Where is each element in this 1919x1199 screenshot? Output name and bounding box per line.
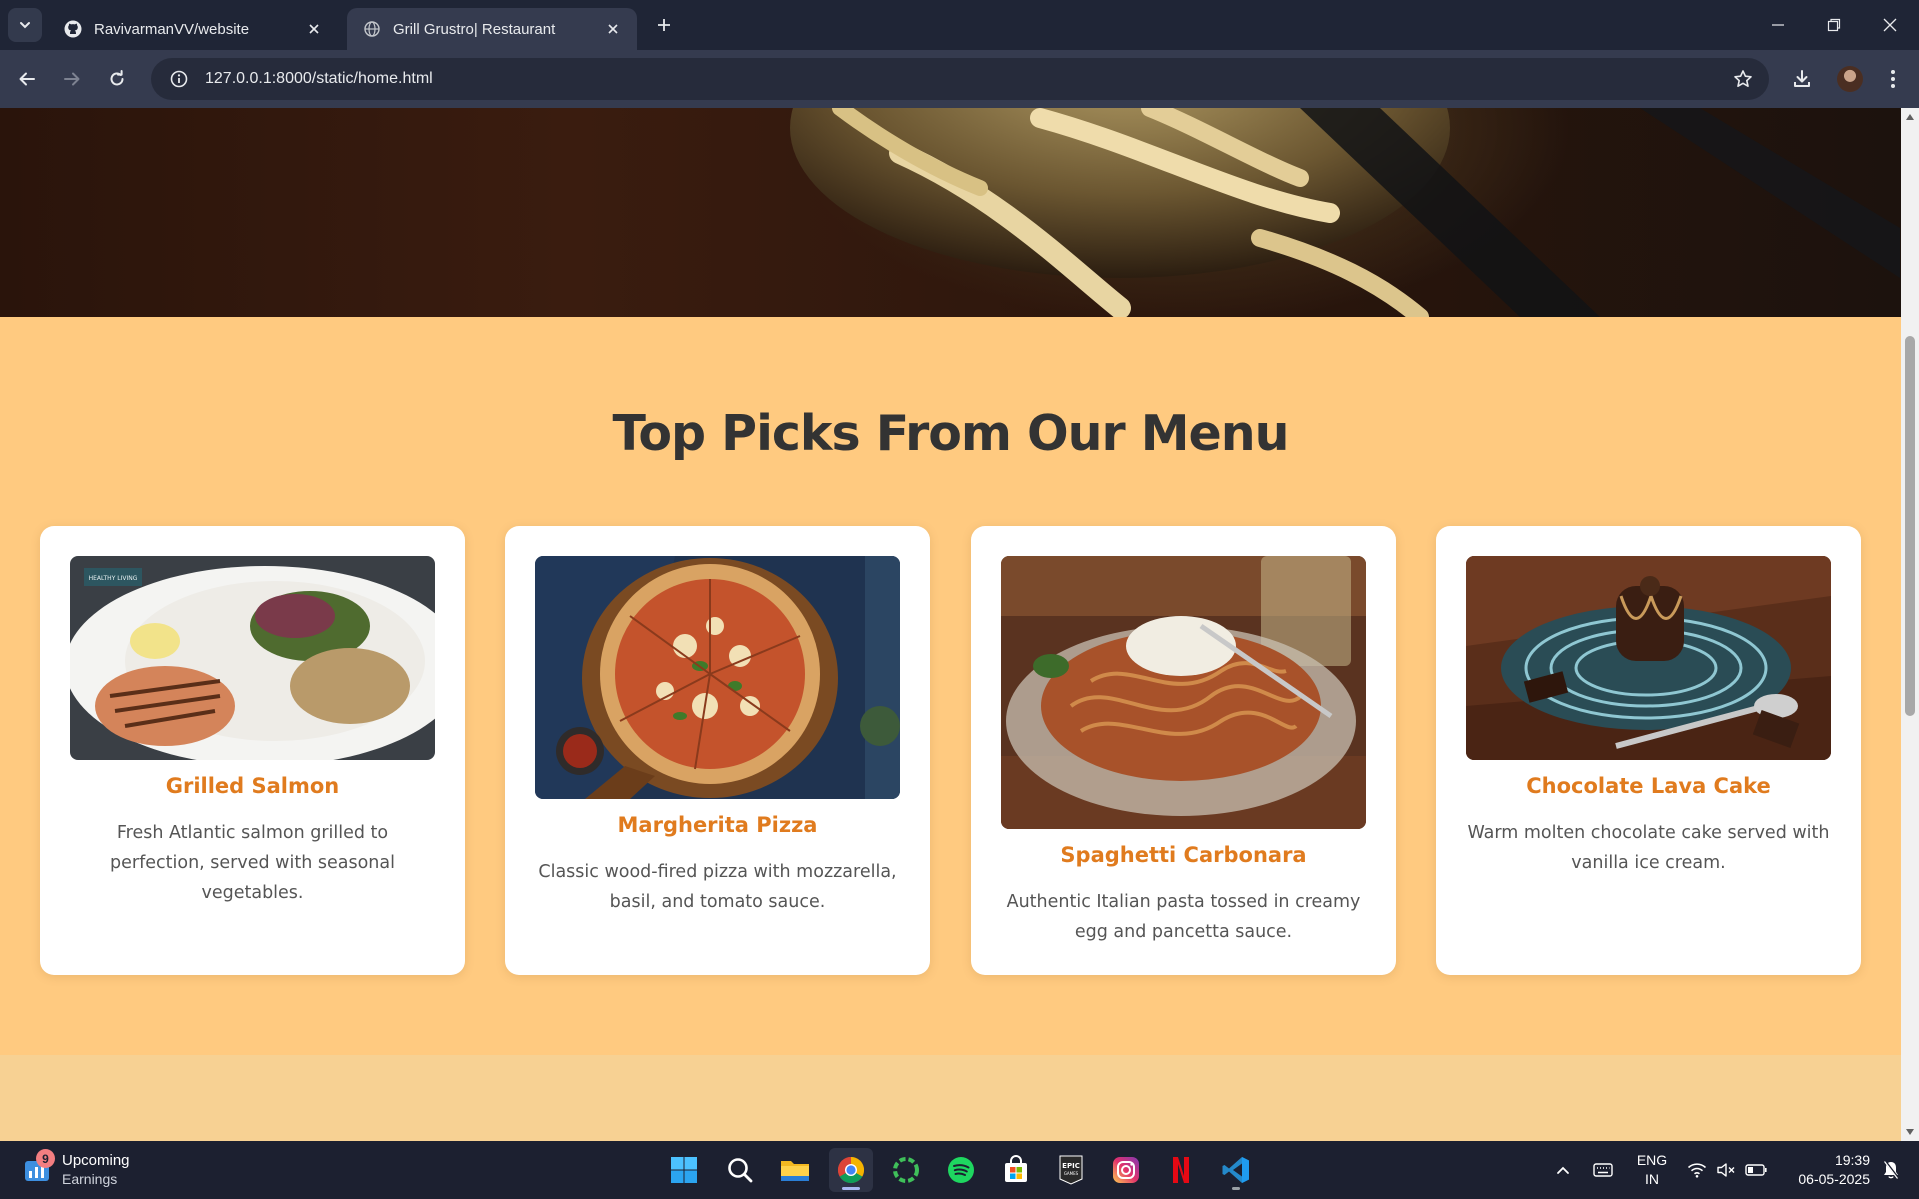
chocolate-lava-cake-image: [1466, 556, 1831, 760]
menu-card-margherita-pizza[interactable]: Margherita Pizza Classic wood-fired pizz…: [505, 526, 930, 975]
clock[interactable]: 19:39 06-05-2025: [1780, 1141, 1870, 1199]
menu-item-description: Warm molten chocolate cake served with v…: [1467, 823, 1830, 873]
address-bar[interactable]: 127.0.0.1:8000/static/home.html: [151, 58, 1769, 100]
search-icon[interactable]: [718, 1148, 762, 1192]
forward-button[interactable]: [55, 62, 89, 96]
region-code: IN: [1645, 1171, 1659, 1187]
site-info-icon[interactable]: [159, 58, 199, 100]
chevron-down-icon: [20, 22, 30, 29]
volume-muted-icon[interactable]: [1713, 1141, 1739, 1199]
arrow-right-icon: [64, 72, 80, 86]
spotify-icon[interactable]: [939, 1148, 983, 1192]
running-app-indicator: [1232, 1187, 1240, 1190]
chrome-icon[interactable]: [829, 1148, 873, 1192]
restore-button[interactable]: [1806, 0, 1862, 50]
plus-icon: [658, 19, 670, 31]
tab-title: Grill Grustro| Restaurant: [393, 20, 556, 38]
spaghetti-carbonara-image: [1001, 556, 1366, 829]
menu-card-spaghetti-carbonara[interactable]: Spaghetti Carbonara Authentic Italian pa…: [971, 526, 1396, 975]
restore-icon: [1827, 18, 1841, 32]
language-indicator[interactable]: ENG IN: [1634, 1141, 1670, 1199]
active-app-indicator: [842, 1187, 860, 1190]
widget-subtitle: Earnings: [62, 1171, 118, 1187]
scroll-up-arrow-icon[interactable]: [1901, 108, 1919, 126]
svg-text:EPIC: EPIC: [1062, 1162, 1080, 1170]
reload-icon: [110, 70, 124, 86]
language-code: ENG: [1636, 1152, 1668, 1168]
close-icon: [1883, 18, 1897, 32]
tab-restaurant[interactable]: Grill Grustro| Restaurant: [347, 8, 637, 50]
svg-text:GAMES: GAMES: [1064, 1171, 1079, 1176]
browser-tab-strip: RavivarmanVV/website Grill Grustro| Rest…: [0, 0, 1919, 50]
menu-item-name: Chocolate Lava Cake: [1526, 774, 1771, 798]
close-icon[interactable]: [304, 19, 324, 39]
menu-item-name: Margherita Pizza: [617, 813, 818, 837]
page-scrollbar[interactable]: [1901, 108, 1919, 1141]
windows-start-icon[interactable]: [662, 1148, 706, 1192]
profile-avatar[interactable]: [1837, 66, 1863, 92]
minimize-button[interactable]: [1750, 0, 1806, 50]
close-window-button[interactable]: [1862, 0, 1918, 50]
scroll-down-arrow-icon[interactable]: [1901, 1123, 1919, 1141]
widget-title: Upcoming: [62, 1152, 130, 1169]
reload-button[interactable]: [100, 62, 134, 96]
tab-title: RavivarmanVV/website: [94, 20, 250, 38]
menu-button[interactable]: [1876, 62, 1910, 96]
section-title: Top Picks From Our Menu: [612, 405, 1289, 462]
bookmark-star-icon[interactable]: [1723, 58, 1763, 100]
github-icon: [64, 20, 82, 38]
notification-bell-icon[interactable]: [1876, 1141, 1906, 1199]
tab-github[interactable]: RavivarmanVV/website: [48, 8, 338, 50]
chevron-up-icon: [1557, 1166, 1569, 1174]
stock-chart-icon: 9: [22, 1149, 55, 1185]
hero-banner-image: [0, 108, 1901, 317]
instagram-icon[interactable]: [1104, 1148, 1148, 1192]
more-vertical-icon: [1891, 70, 1895, 88]
arrow-left-icon: [19, 72, 35, 86]
microsoft-store-icon[interactable]: [994, 1148, 1038, 1192]
notification-badge: 9: [36, 1149, 55, 1168]
menu-item-name: Spaghetti Carbonara: [1060, 843, 1307, 867]
margherita-pizza-image: [535, 556, 900, 799]
url-text[interactable]: 127.0.0.1:8000/static/home.html: [205, 70, 1723, 88]
close-icon[interactable]: [603, 19, 623, 39]
menu-card-chocolate-lava-cake[interactable]: Chocolate Lava Cake Warm molten chocolat…: [1436, 526, 1861, 975]
minimize-icon: [1772, 24, 1784, 26]
circle-app-icon[interactable]: [884, 1148, 928, 1192]
menu-item-name: Grilled Salmon: [165, 774, 340, 798]
globe-icon: [363, 20, 381, 38]
show-hidden-icons-button[interactable]: [1550, 1141, 1576, 1199]
back-button[interactable]: [10, 62, 44, 96]
clock-date: 06-05-2025: [1798, 1171, 1870, 1187]
keyboard-icon[interactable]: [1588, 1141, 1618, 1199]
page-viewport: Top Picks From Our Menu HEALTHY LIVING G…: [0, 108, 1901, 1141]
menu-item-description: Classic wood-fired pizza with mozzarella…: [538, 862, 897, 912]
download-icon: [1794, 70, 1810, 87]
top-picks-section: Top Picks From Our Menu HEALTHY LIVING G…: [0, 317, 1901, 1055]
svg-text:HEALTHY LIVING: HEALTHY LIVING: [89, 575, 138, 582]
file-explorer-icon[interactable]: [773, 1148, 817, 1192]
pasta-photo: [790, 108, 1900, 317]
clock-time: 19:39: [1834, 1152, 1870, 1168]
tab-search-button[interactable]: [8, 8, 42, 42]
grilled-salmon-image: HEALTHY LIVING: [70, 556, 435, 760]
downloads-button[interactable]: [1785, 62, 1819, 96]
epic-games-icon[interactable]: EPIC GAMES: [1049, 1148, 1093, 1192]
browser-toolbar: 127.0.0.1:8000/static/home.html: [0, 50, 1919, 108]
vscode-icon[interactable]: [1214, 1148, 1258, 1192]
menu-item-description: Authentic Italian pasta tossed in creamy…: [1006, 892, 1361, 942]
new-tab-button[interactable]: [651, 12, 677, 38]
battery-icon[interactable]: [1742, 1141, 1770, 1199]
scrollbar-thumb[interactable]: [1905, 336, 1915, 716]
widgets-button[interactable]: 9 Upcoming Earnings: [22, 1147, 130, 1193]
wifi-icon[interactable]: [1684, 1141, 1710, 1199]
netflix-icon[interactable]: [1159, 1148, 1203, 1192]
windows-taskbar: 9 Upcoming Earnings EPIC GAMES ENG IN 19…: [0, 1141, 1919, 1199]
menu-item-description: Fresh Atlantic salmon grilled to perfect…: [110, 823, 395, 903]
menu-card-grilled-salmon[interactable]: HEALTHY LIVING Grilled Salmon Fresh Atla…: [40, 526, 465, 975]
